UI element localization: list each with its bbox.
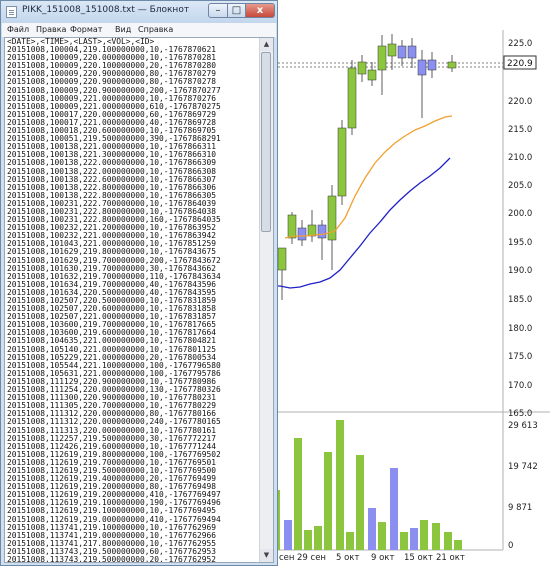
volume-bar xyxy=(410,528,418,550)
date-tick-label: 5 окт xyxy=(336,553,359,563)
price-tick-label: 175.0 xyxy=(508,352,532,362)
vertical-scrollbar[interactable]: ▲ ▼ xyxy=(259,38,273,562)
candle-body xyxy=(387,43,397,57)
volume-bar xyxy=(444,532,452,550)
volume-bar xyxy=(284,520,292,550)
price-tick-label: 195.0 xyxy=(508,238,532,248)
price-tick-label: 165.0 xyxy=(508,409,532,419)
price-tick-label: 205.0 xyxy=(508,181,532,191)
candle-body xyxy=(417,59,427,76)
candle-body xyxy=(347,67,357,129)
menu-bar: Файл Правка Формат Вид Справка xyxy=(2,23,276,37)
volume-bar xyxy=(294,438,302,550)
menu-format[interactable]: Формат xyxy=(70,25,102,34)
scroll-up-icon[interactable]: ▲ xyxy=(260,38,273,51)
candle-body xyxy=(307,224,317,237)
candle-body xyxy=(277,247,287,271)
candle-body xyxy=(357,61,367,75)
window-title: PIKK_151008_151008.txt — Блокнот xyxy=(22,5,190,15)
close-button[interactable]: x xyxy=(245,3,275,18)
menu-edit[interactable]: Правка xyxy=(36,25,66,34)
price-tick-label: 170.0 xyxy=(508,381,532,391)
volume-bar xyxy=(390,468,398,550)
date-tick-label: сен xyxy=(279,553,294,563)
volume-bar xyxy=(346,532,354,550)
text-line: 20151008,113743,219.500000000,20,-176776… xyxy=(7,555,217,563)
volume-tick-label: 19 742 xyxy=(508,462,538,472)
notepad-window: PIKK_151008_151008.txt — Блокнот – □ x Ф… xyxy=(0,0,278,566)
volume-bar xyxy=(454,540,462,550)
volume-tick-label: 29 613 xyxy=(508,421,538,431)
date-tick-label: 9 окт xyxy=(371,553,394,563)
volume-bar xyxy=(356,455,364,550)
current-price-label: 220.9 xyxy=(507,59,533,69)
volume-bar xyxy=(336,420,344,550)
volume-bar xyxy=(378,522,386,550)
file-content[interactable]: <DATE>,<TIME>,<LAST>,<VOL>,<ID> 20151008,… xyxy=(7,38,221,563)
price-tick-label: 200.0 xyxy=(508,209,532,219)
volume-bar xyxy=(324,452,332,550)
candle-body xyxy=(367,69,377,81)
candle-body xyxy=(407,45,417,59)
price-tick-label: 185.0 xyxy=(508,295,532,305)
menu-help[interactable]: Справка xyxy=(138,25,173,34)
volume-bar xyxy=(314,526,322,550)
volume-bar xyxy=(420,520,428,550)
price-tick-label: 225.0 xyxy=(508,39,532,49)
price-tick-label: 190.0 xyxy=(508,266,532,276)
price-tick-label: 180.0 xyxy=(508,324,532,334)
price-tick-label: 215.0 xyxy=(508,125,532,135)
volume-bar xyxy=(432,523,440,550)
menu-file[interactable]: Файл xyxy=(7,25,29,34)
menu-view[interactable]: Вид xyxy=(115,25,131,34)
text-area[interactable]: <DATE>,<TIME>,<LAST>,<VOL>,<ID> 20151008,… xyxy=(4,37,274,563)
candle-body xyxy=(397,45,407,59)
date-tick-label: 21 окт xyxy=(436,553,465,563)
candle-body xyxy=(427,59,437,71)
notepad-icon xyxy=(6,6,17,18)
date-tick-label: 15 окт xyxy=(404,553,433,563)
volume-tick-label: 0 xyxy=(508,541,513,551)
scroll-thumb[interactable] xyxy=(261,52,271,232)
volume-bar xyxy=(368,508,376,550)
date-axis: сен 29 сен 5 окт 9 окт 15 окт 21 окт xyxy=(279,553,465,563)
price-tick-label: 220.0 xyxy=(508,97,532,107)
candle-body xyxy=(317,224,327,239)
date-tick-label: 29 сен xyxy=(297,553,326,563)
price-tick-label: 210.0 xyxy=(508,153,532,163)
maximize-button[interactable]: □ xyxy=(227,3,246,18)
scroll-down-icon[interactable]: ▼ xyxy=(260,549,273,562)
candle-body xyxy=(377,45,387,71)
minimize-button[interactable]: – xyxy=(208,3,228,18)
volume-tick-label: 9 871 xyxy=(508,503,532,513)
candle-body xyxy=(287,214,297,239)
candle-body xyxy=(297,227,307,241)
title-bar[interactable]: PIKK_151008_151008.txt — Блокнот – □ x xyxy=(1,1,277,23)
candle-body xyxy=(447,61,457,69)
candle-body xyxy=(337,127,347,197)
volume-bar xyxy=(304,530,312,550)
volume-bar xyxy=(400,532,408,550)
